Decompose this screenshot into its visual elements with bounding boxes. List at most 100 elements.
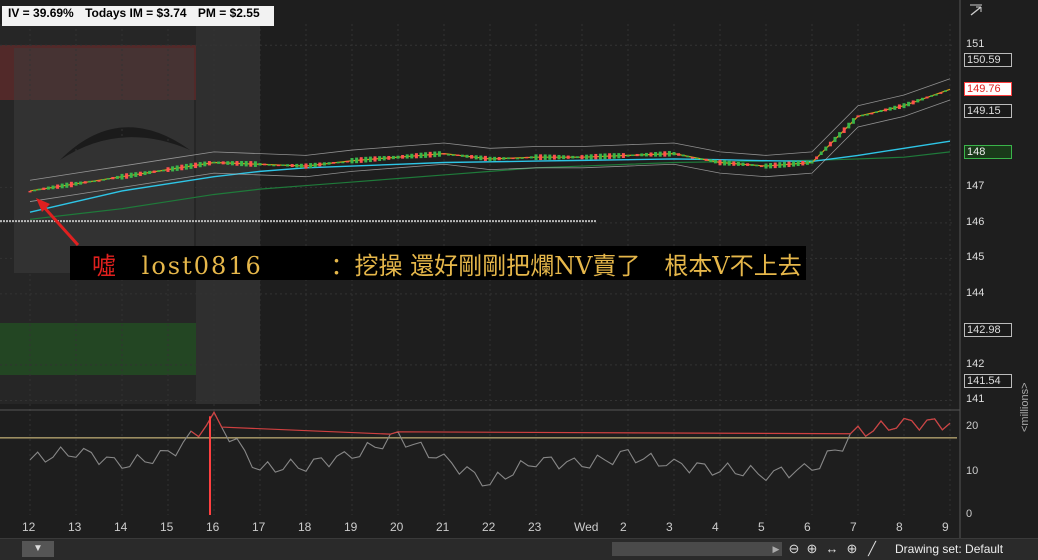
price-tag: 149.15	[964, 104, 1012, 118]
candle	[686, 155, 690, 158]
candle	[805, 160, 809, 165]
time-axis-label: 18	[298, 520, 312, 534]
candle	[580, 155, 584, 160]
candle	[562, 155, 566, 160]
candle	[552, 154, 556, 160]
candle	[143, 171, 147, 176]
candle	[626, 155, 630, 157]
candle	[51, 185, 55, 190]
collapse-icon[interactable]	[968, 2, 984, 18]
candle	[939, 92, 943, 94]
candle	[934, 94, 938, 96]
candle	[690, 157, 694, 159]
candle	[723, 160, 727, 166]
drawing-set-selector[interactable]: Drawing set: Default	[895, 542, 1003, 556]
price-tick-label: 141	[966, 393, 985, 406]
crosshair-icon[interactable]: ⊕	[844, 541, 860, 557]
overlay-band	[196, 24, 260, 404]
candle	[350, 158, 354, 164]
pan-icon[interactable]: ↔	[824, 541, 840, 557]
candle	[115, 175, 119, 179]
candle	[424, 152, 428, 158]
candle	[33, 189, 37, 192]
candle	[608, 153, 612, 159]
candle	[824, 146, 828, 151]
price-tag: 148	[964, 144, 1012, 159]
price-tag: 141.54	[964, 374, 1012, 389]
todays-im-value: Todays IM = $3.74	[85, 6, 187, 20]
candle	[120, 173, 124, 180]
candle	[249, 161, 253, 167]
candle	[897, 104, 901, 110]
candle	[764, 163, 768, 169]
time-axis-label: 20	[390, 520, 404, 534]
candle	[548, 154, 552, 160]
candle	[943, 90, 947, 92]
candle	[635, 153, 639, 157]
candle	[451, 154, 455, 156]
candle	[787, 161, 791, 168]
candle	[175, 165, 179, 171]
candle	[511, 157, 515, 160]
candle	[221, 161, 225, 165]
candle	[842, 127, 846, 133]
candle	[658, 151, 662, 157]
candle	[106, 178, 110, 180]
expand-panel-button[interactable]: ▼	[22, 541, 54, 557]
scroll-right-icon[interactable]: ▶	[770, 542, 782, 556]
candle	[244, 161, 248, 167]
volume-tick-0: 0	[966, 508, 973, 520]
bottom-toolbar: ▼ ◀ ▶ ⊖ ⊕ ↔ ⊕ ╱ Drawing set: Default	[0, 538, 1038, 560]
candle	[782, 161, 786, 168]
time-axis-label: 23	[528, 520, 542, 534]
candle	[189, 163, 193, 169]
candle	[281, 164, 285, 166]
candle	[387, 155, 391, 160]
candle	[893, 105, 897, 110]
candle	[819, 151, 823, 156]
candle	[456, 154, 460, 157]
price-tick-label: 146	[966, 215, 985, 228]
drawing-tool-icon[interactable]: ╱	[864, 541, 880, 557]
candle	[368, 156, 372, 163]
zoom-in-icon[interactable]: ⊕	[804, 541, 820, 557]
candle	[276, 164, 280, 167]
volatility-info-bar: IV = 39.69% Todays IM = $3.74 PM = $2.55	[2, 6, 274, 26]
candle	[465, 154, 469, 158]
candle	[874, 111, 878, 113]
candle	[907, 101, 911, 107]
candle	[603, 153, 607, 160]
candle	[230, 161, 234, 166]
candle	[419, 152, 423, 159]
price-tag: 150.59	[964, 52, 1012, 67]
candle	[736, 161, 740, 166]
candle	[341, 161, 345, 164]
price-tick-label: 151	[966, 38, 985, 51]
candle	[295, 163, 299, 168]
candle	[286, 164, 290, 167]
candle	[148, 170, 152, 175]
time-axis-label: 15	[160, 520, 174, 534]
time-scrollbar[interactable]	[612, 542, 782, 556]
candle	[322, 162, 326, 166]
candle	[267, 164, 271, 166]
candle	[74, 181, 78, 186]
zoom-out-icon[interactable]: ⊖	[786, 541, 802, 557]
time-axis-label: 9	[942, 520, 949, 534]
candle	[405, 154, 409, 159]
price-tick-label: 147	[966, 180, 985, 193]
candle	[529, 156, 533, 159]
candle	[847, 122, 851, 129]
candle	[212, 161, 216, 164]
chevron-down-icon: ▼	[33, 543, 43, 554]
candle	[488, 156, 492, 162]
candle	[28, 190, 32, 193]
candle	[83, 181, 87, 184]
candle	[134, 172, 138, 177]
candle	[543, 154, 547, 160]
candle	[677, 153, 681, 156]
candle	[925, 96, 929, 99]
candle	[336, 161, 340, 164]
price-tag: 142.98	[964, 323, 1012, 338]
volume-tick-10: 10	[966, 465, 979, 477]
